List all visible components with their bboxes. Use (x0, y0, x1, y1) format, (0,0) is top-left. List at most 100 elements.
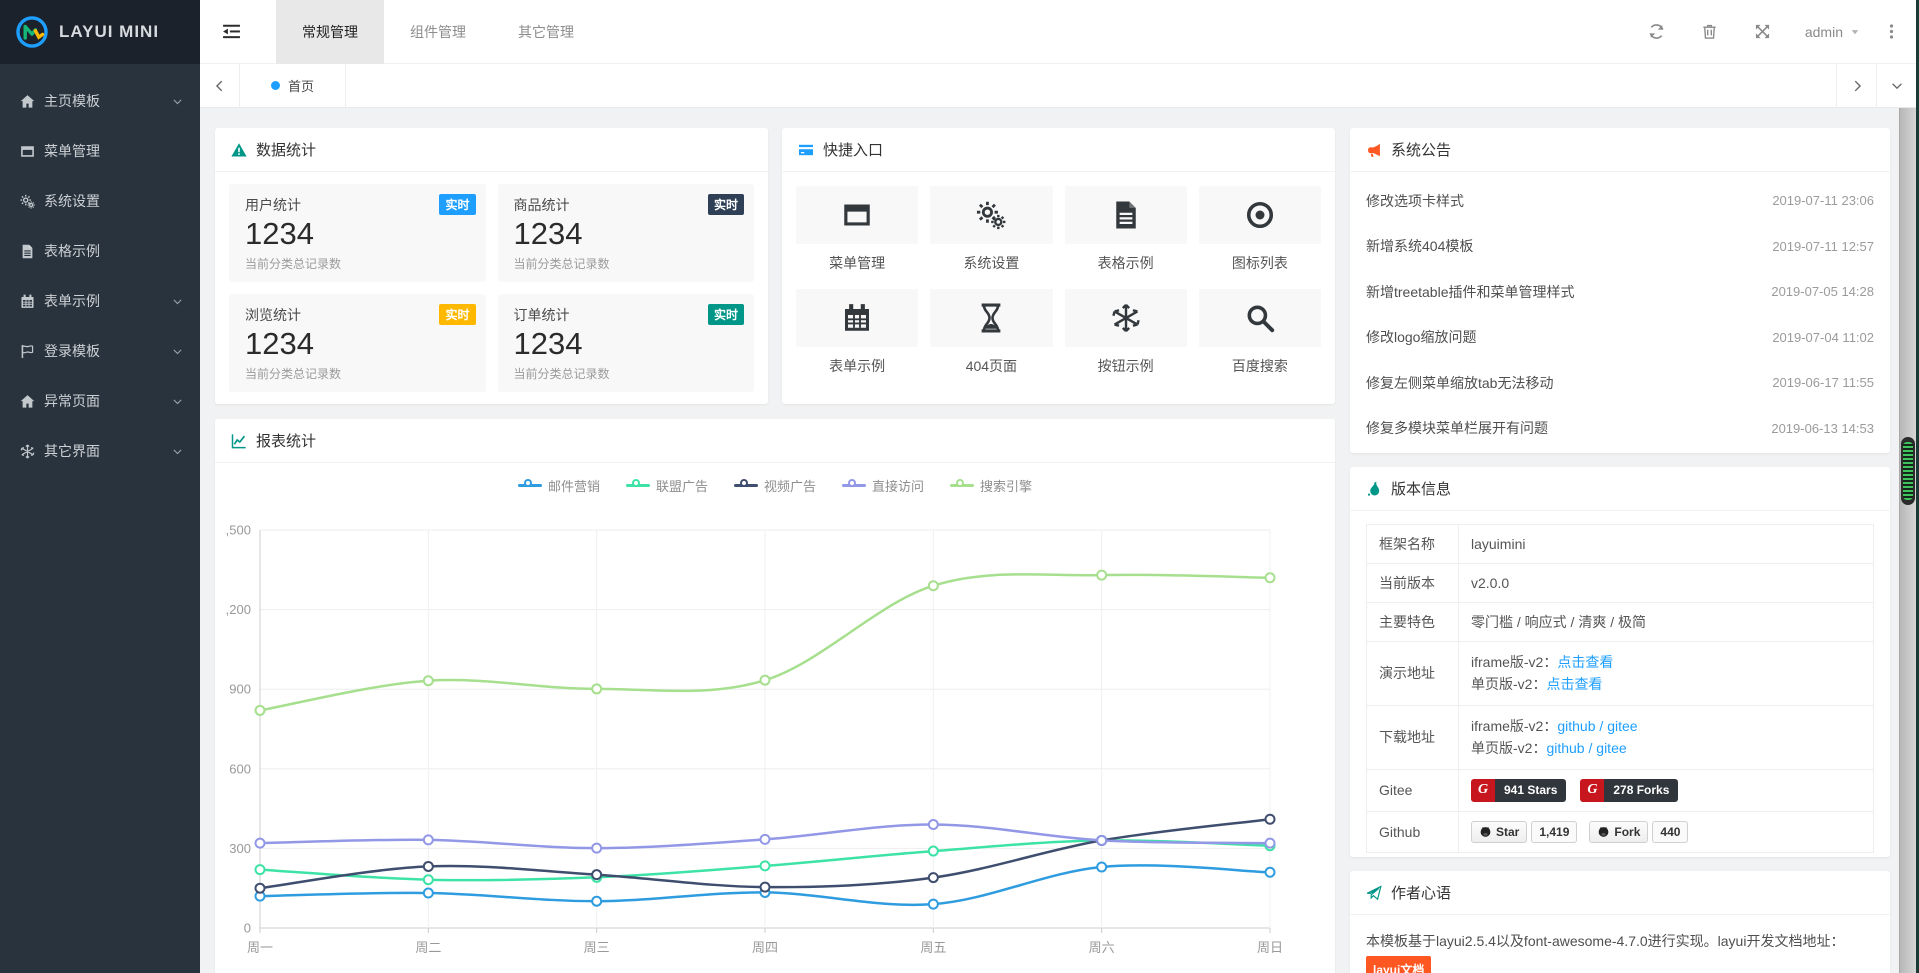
quick-entry-tile (930, 186, 1052, 244)
stat-box-3: 浏览统计1234当前分类总记录数实时 (229, 294, 486, 392)
version-link[interactable]: 点击查看 (1557, 654, 1613, 670)
stat-box-2: 商品统计1234当前分类总记录数实时 (498, 184, 755, 282)
sidebar-item-label: 系统设置 (44, 191, 100, 211)
stat-value: 1234 (245, 216, 470, 252)
link-line-prefix: iframe版-v2： (1471, 654, 1557, 670)
legend-item[interactable]: 视频广告 (734, 476, 816, 495)
quick-entry-1[interactable]: 菜单管理 (796, 186, 918, 273)
version-row-value: layuimini (1459, 525, 1874, 564)
system-notice-title: 系统公告 (1391, 139, 1451, 160)
fullscreen-icon[interactable] (1754, 23, 1771, 40)
tab-scroll-left-button[interactable] (200, 64, 240, 107)
quick-entry-tile (930, 289, 1052, 347)
svg-text:周五: 周五 (920, 940, 946, 955)
quick-entry-4[interactable]: 图标列表 (1199, 186, 1321, 273)
github-count[interactable]: 1,419 (1531, 821, 1577, 843)
legend-item[interactable]: 搜索引擎 (950, 476, 1032, 495)
refresh-icon[interactable] (1648, 23, 1665, 40)
more-options-icon[interactable] (1883, 23, 1900, 40)
quick-entry-label: 表格示例 (1065, 253, 1187, 273)
stat-label: 商品统计 (514, 195, 739, 215)
top-nav-item-2[interactable]: 组件管理 (384, 0, 492, 64)
github-button-group: Star1,419 (1471, 821, 1577, 843)
window-icon (842, 200, 872, 230)
quick-entry-5[interactable]: 表单示例 (796, 289, 918, 376)
svg-text:周四: 周四 (752, 940, 778, 955)
sidebar-item-6[interactable]: 登录模板 (0, 326, 200, 376)
version-row-3: 主要特色零门槛 / 响应式 / 清爽 / 极简 (1367, 603, 1874, 642)
version-link[interactable]: github (1546, 740, 1584, 756)
top-nav-item-1[interactable]: 常规管理 (276, 0, 384, 64)
quick-entry-label: 按钮示例 (1065, 356, 1187, 376)
tab-home[interactable]: 首页 (240, 64, 346, 107)
legend-item[interactable]: 联盟广告 (626, 476, 708, 495)
quick-entry-6[interactable]: 404页面 (930, 289, 1052, 376)
link-line-prefix: 单页版-v2： (1471, 740, 1546, 756)
gitee-logo-icon: G (1471, 779, 1495, 802)
sidebar-item-2[interactable]: 菜单管理 (0, 126, 200, 176)
gitee-badge[interactable]: G941 Stars (1471, 779, 1566, 802)
quick-entry-8[interactable]: 百度搜索 (1199, 289, 1321, 376)
legend-item[interactable]: 直接访问 (842, 476, 924, 495)
stat-desc: 当前分类总记录数 (245, 255, 470, 272)
layui-doc-badge[interactable]: layui文档 (1366, 956, 1431, 973)
notice-text: 修改选项卡样式 (1366, 191, 1464, 211)
quick-entry-label: 菜单管理 (796, 253, 918, 273)
clear-cache-trash-icon[interactable] (1701, 23, 1718, 40)
version-link[interactable]: 点击查看 (1546, 676, 1602, 692)
github-star-button[interactable]: Star (1471, 821, 1527, 843)
vertical-scrollbar[interactable] (1899, 108, 1916, 973)
quick-entry-7[interactable]: 按钮示例 (1065, 289, 1187, 376)
sidebar-item-8[interactable]: 其它界面 (0, 426, 200, 476)
version-link[interactable]: gitee (1596, 740, 1626, 756)
version-row-label: 演示地址 (1367, 642, 1459, 706)
sidebar-item-7[interactable]: 异常页面 (0, 376, 200, 426)
sidebar-item-label: 异常页面 (44, 391, 100, 411)
version-row-value: G941 StarsG278 Forks (1459, 769, 1874, 811)
octocat-icon (1597, 825, 1610, 838)
version-row-value: iframe版-v2：github / gitee单页版-v2：github /… (1459, 705, 1874, 769)
legend-label: 联盟广告 (656, 476, 708, 495)
tab-spacer (346, 64, 1836, 107)
stat-desc: 当前分类总记录数 (245, 365, 470, 382)
sidebar-item-1[interactable]: 主页模板 (0, 76, 200, 126)
gitee-badge-text: 278 Forks (1604, 779, 1678, 802)
github-fork-button[interactable]: Fork (1589, 821, 1648, 843)
top-nav-item-3[interactable]: 其它管理 (492, 0, 600, 64)
quick-entry-tile (796, 186, 918, 244)
gitee-badge[interactable]: G278 Forks (1580, 779, 1678, 802)
flag-icon (20, 344, 35, 359)
legend-item[interactable]: 邮件营销 (518, 476, 600, 495)
chevron-down-icon (171, 95, 184, 108)
version-link[interactable]: github (1557, 718, 1595, 734)
notice-date: 2019-07-11 12:57 (1772, 239, 1874, 254)
line-chart-icon (231, 433, 247, 449)
left-column: 数据统计 用户统计1234当前分类总记录数实时商品统计1234当前分类总记录数实… (215, 128, 1335, 973)
tab-menu-button[interactable] (1876, 64, 1916, 107)
user-menu[interactable]: admin (1805, 24, 1861, 40)
stat-label: 订单统计 (514, 305, 739, 325)
svg-text:900: 900 (229, 682, 251, 697)
version-row-label: Gitee (1367, 769, 1459, 811)
sidebar-item-5[interactable]: 表单示例 (0, 276, 200, 326)
notice-row-4: 修改logo缩放问题2019-07-04 11:02 (1366, 315, 1874, 361)
quick-entry-tile (796, 289, 918, 347)
gitee-badge-text: 941 Stars (1495, 779, 1566, 802)
collapse-sidebar-button[interactable] (200, 0, 262, 64)
svg-text:1,200: 1,200 (225, 602, 251, 617)
sidebar-item-4[interactable]: 表格示例 (0, 226, 200, 276)
quick-entry-3[interactable]: 表格示例 (1065, 186, 1187, 273)
github-count[interactable]: 440 (1652, 821, 1688, 843)
sidebar-item-label: 主页模板 (44, 91, 100, 111)
app-logo[interactable]: LAYUI MINI (0, 0, 200, 64)
quick-entry-tile (1199, 186, 1321, 244)
quick-entry-2[interactable]: 系统设置 (930, 186, 1052, 273)
scrollbar-thumb[interactable] (1901, 437, 1915, 505)
data-statistics-header: 数据统计 (215, 128, 768, 172)
version-row-value: Star1,419 Fork440 (1459, 811, 1874, 852)
chevron-down-icon (171, 345, 184, 358)
tab-scroll-right-button[interactable] (1836, 64, 1876, 107)
sidebar-item-3[interactable]: 系统设置 (0, 176, 200, 226)
version-link[interactable]: gitee (1607, 718, 1637, 734)
active-tab-dot-icon (271, 81, 280, 90)
